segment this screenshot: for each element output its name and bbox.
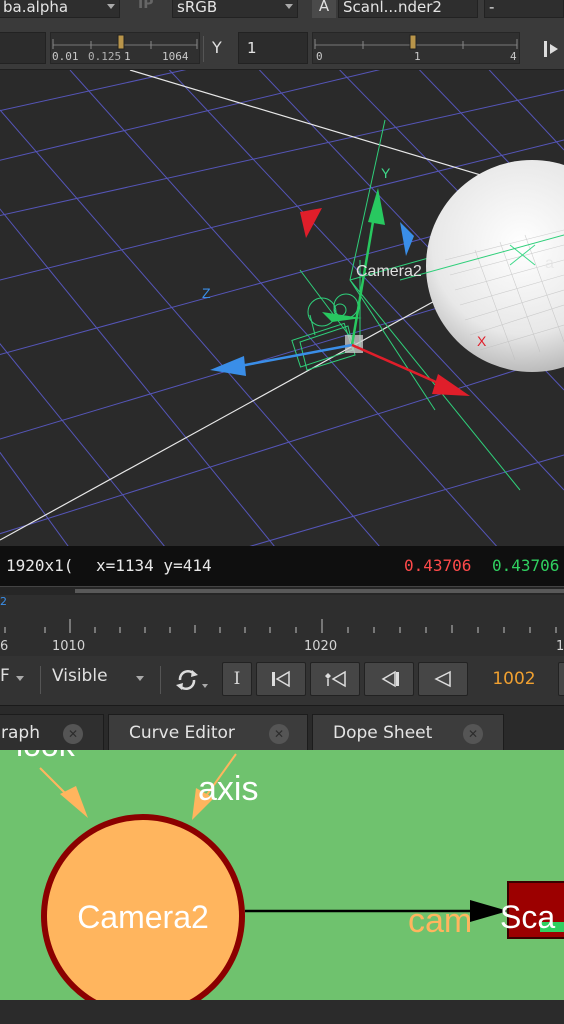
skip-to-start-icon [272, 670, 290, 688]
viewer-3d[interactable]: Y Z X Camera2 a [0, 70, 564, 546]
play-forward-button[interactable] [558, 662, 564, 696]
viewer-toolbar-top: ba.alpha IP sRGB A Scanl...nder2 - [0, 0, 564, 18]
axis-label-y: Y [381, 165, 391, 181]
loop-mode-button[interactable] [172, 666, 212, 694]
node-graph-scene: look axis Camera2 cam Sca [16, 750, 564, 1000]
frame-label: 1 [556, 639, 564, 654]
gain-tick-min: 0.01 [52, 50, 79, 63]
toolbar-divider [203, 36, 204, 62]
previous-keyframe-button[interactable] [310, 662, 360, 696]
gamma-tick-min: 0 [316, 50, 323, 63]
fps-dropdown[interactable]: F [0, 662, 38, 696]
gain-tick-mid: 1 [124, 50, 131, 63]
visibility-value: Visible [52, 666, 108, 686]
sphere-label: a [545, 255, 554, 272]
previous-frame-button[interactable] [364, 662, 414, 696]
viewer-toolbar-gain-gamma: 0.01 0.125 1 1064 Y 1 0 1 4 [0, 18, 564, 70]
rotate-handle-red [300, 208, 322, 238]
gamma-input[interactable]: 1 [238, 32, 308, 64]
channel-value: ba.alpha [3, 0, 69, 16]
axis-label-z: Z [202, 285, 211, 301]
close-icon[interactable]: ✕ [463, 724, 483, 744]
tab-curve-editor[interactable]: Curve Editor ✕ [108, 714, 308, 750]
tab-label: Curve Editor [129, 723, 235, 743]
current-frame-value: 1002 [492, 669, 536, 689]
loop-icon [176, 670, 208, 690]
tab-label: Dope Sheet [333, 723, 433, 743]
rotate-handle-blue [400, 222, 414, 256]
axis-input-label: axis [198, 770, 258, 808]
frame-label: 1020 [304, 639, 338, 654]
play-reverse-icon [434, 670, 451, 688]
camera-label: Camera2 [356, 263, 422, 280]
first-frame-button[interactable] [256, 662, 306, 696]
input-b-value: - [489, 0, 495, 16]
camera2-node: Camera2 [41, 814, 245, 1000]
current-frame-field[interactable]: 1002 [472, 662, 556, 696]
panel-tab-bar: raph ✕ Curve Editor ✕ Dope Sheet ✕ [0, 706, 564, 750]
gamma-tick-mid: 1 [414, 50, 421, 63]
pixel-value-green: 0.43706 [492, 556, 560, 575]
input-a-dropdown[interactable]: Scanl...nder2 [338, 0, 478, 18]
chevron-down-icon [107, 4, 115, 9]
input-a-node: Scanl...nder2 [343, 0, 442, 16]
close-icon[interactable]: ✕ [63, 724, 83, 744]
gamma-tick-max: 4 [510, 50, 517, 63]
input-a-label: A [312, 0, 336, 18]
gain-input[interactable] [0, 32, 46, 64]
colorspace-value: sRGB [177, 0, 218, 16]
viewer-info-bar: 1920x1( x=1134 y=414 0.43706 0.43706 [0, 546, 564, 586]
gain-tick-low: 0.125 [88, 50, 122, 63]
colorspace-dropdown[interactable]: sRGB [172, 0, 298, 18]
chevron-down-icon [16, 676, 24, 681]
camera-wireframe [291, 293, 359, 371]
in-point-label: I [233, 669, 241, 689]
frame-label: 6 [0, 639, 9, 654]
cam-input-label: cam [408, 902, 472, 940]
node-graph-canvas[interactable]: look axis Camera2 cam Sca [0, 750, 564, 1000]
zoom-icon[interactable] [540, 38, 564, 60]
visibility-dropdown[interactable]: Visible [48, 662, 154, 696]
scanline-render-node: Sca [500, 881, 564, 939]
chevron-down-icon [285, 4, 293, 9]
set-in-point-button[interactable]: I [222, 662, 252, 696]
pixel-value-red: 0.43706 [404, 556, 472, 575]
divider [160, 666, 161, 694]
bottom-panel-bar [0, 1000, 564, 1024]
scanline-node-label: Sca [500, 899, 555, 935]
gamma-value: 1 [247, 39, 257, 57]
look-input-label: look [16, 750, 76, 763]
gain-tick-max: 1064 [162, 50, 189, 63]
playback-controls: F Visible I 1002 [0, 656, 564, 706]
cursor-coords: x=1134 y=414 [96, 556, 212, 575]
divider [40, 666, 41, 694]
look-input-arrow [39, 767, 88, 818]
frame-label: 1010 [52, 639, 86, 654]
step-back-icon [381, 670, 399, 688]
proxy-icon[interactable]: IP [138, 0, 160, 16]
previous-keyframe-icon [325, 670, 346, 688]
timeline-scroll-thumb[interactable] [75, 589, 564, 593]
timeline[interactable]: 2 6 1010 1020 1 [0, 586, 564, 656]
close-icon[interactable]: ✕ [269, 724, 289, 744]
resolution-text: 1920x1( [6, 556, 74, 575]
tab-label: raph [1, 723, 40, 743]
fps-mode-value: F [0, 666, 10, 686]
axis-label-x: X [477, 333, 487, 349]
viewport-scene: Y Z X Camera2 a [0, 70, 564, 546]
timeline-scrollbar[interactable] [0, 587, 564, 595]
tab-node-graph[interactable]: raph ✕ [0, 714, 104, 750]
play-backward-button[interactable] [418, 662, 468, 696]
channel-dropdown[interactable]: ba.alpha [0, 0, 120, 18]
input-b-dropdown[interactable]: - [484, 0, 564, 18]
camera2-node-label: Camera2 [77, 899, 209, 935]
chevron-down-icon [136, 676, 144, 681]
gamma-label: Y [212, 38, 222, 57]
tab-dope-sheet[interactable]: Dope Sheet ✕ [312, 714, 504, 750]
